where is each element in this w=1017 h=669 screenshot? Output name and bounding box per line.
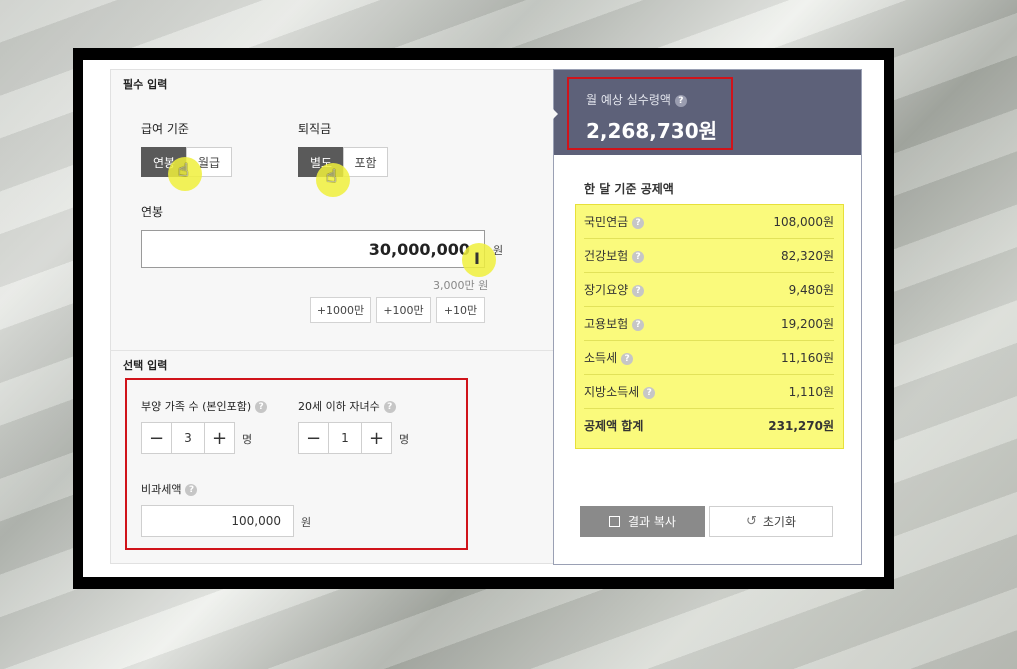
salary-label: 연봉 — [141, 205, 164, 219]
deduction-row: 소득세? 11,160원 — [584, 341, 834, 375]
nontaxable-label-text: 비과세액 — [141, 483, 182, 496]
help-icon[interactable]: ? — [185, 484, 198, 496]
deductions-title: 한 달 기준 공제액 — [584, 182, 674, 196]
hand-cursor-icon: ☝ — [326, 166, 337, 187]
severance-label: 퇴직금 — [298, 122, 332, 136]
deduction-name: 지방소득세 — [584, 385, 640, 399]
help-icon[interactable]: ? — [632, 216, 645, 229]
deduction-label: 건강보험? — [584, 247, 645, 264]
nontaxable-unit: 원 — [301, 516, 312, 529]
minus-button[interactable]: − — [298, 422, 329, 454]
add-100k-button[interactable]: +10만 — [436, 297, 485, 323]
copy-result-button[interactable]: 결과 복사 — [580, 506, 705, 537]
dependents-label: 부양 가족 수 (본인포함)? — [141, 398, 268, 414]
net-pay-amount: 2,268,730원 — [586, 119, 718, 143]
deduction-label: 지방소득세? — [584, 383, 656, 400]
deduction-name: 장기요양 — [584, 283, 629, 297]
text-cursor-icon: I — [474, 249, 480, 268]
help-icon[interactable]: ? — [632, 250, 645, 263]
deduction-value: 108,000원 — [773, 215, 834, 229]
deduction-row: 고용보험? 19,200원 — [584, 307, 834, 341]
salary-helper: 3,000만 원 — [433, 279, 489, 292]
pay-basis-label: 급여 기준 — [141, 122, 189, 136]
children-value[interactable]: 1 — [329, 422, 361, 454]
copy-icon — [609, 516, 620, 527]
help-icon[interactable]: ? — [255, 401, 268, 413]
deduction-value: 19,200원 — [780, 317, 834, 331]
help-icon[interactable]: ? — [643, 386, 656, 399]
children-label-text: 20세 이하 자녀수 — [298, 400, 380, 413]
deduction-total-value: 231,270원 — [768, 418, 834, 433]
optional-section-title: 선택 입력 — [123, 359, 168, 372]
result-title-text: 월 예상 실수령액 — [586, 93, 671, 107]
deduction-row: 건강보험? 82,320원 — [584, 239, 834, 273]
deduction-label: 장기요양? — [584, 281, 645, 298]
help-icon[interactable]: ? — [621, 352, 634, 365]
salary-unit: 원 — [493, 244, 504, 257]
help-icon[interactable]: ? — [674, 94, 687, 107]
add-1m-button[interactable]: +100만 — [376, 297, 431, 323]
severance-included-button[interactable]: 포함 — [343, 147, 388, 177]
hand-cursor-icon: ☝ — [178, 160, 189, 181]
deduction-label: 고용보험? — [584, 315, 645, 332]
dependents-label-text: 부양 가족 수 (본인포함) — [141, 400, 252, 413]
nontaxable-input[interactable] — [141, 505, 294, 537]
deduction-name: 국민연금 — [584, 215, 629, 229]
plus-button[interactable]: + — [204, 422, 235, 454]
deduction-value: 9,480원 — [788, 283, 834, 297]
children-label: 20세 이하 자녀수? — [298, 398, 396, 414]
deduction-name: 고용보험 — [584, 317, 629, 331]
deduction-label: 소득세? — [584, 349, 634, 366]
children-unit: 명 — [399, 433, 410, 446]
help-icon[interactable]: ? — [632, 318, 645, 331]
refresh-icon: ↺ — [745, 514, 757, 529]
deduction-label: 국민연금? — [584, 213, 645, 230]
dependents-unit: 명 — [242, 433, 253, 446]
deduction-value: 82,320원 — [780, 249, 834, 263]
deduction-name: 소득세 — [584, 351, 618, 365]
deduction-total-label: 공제액 합계 — [584, 418, 644, 433]
deduction-row: 지방소득세? 1,110원 — [584, 375, 834, 409]
panel-notch — [552, 108, 558, 120]
deduction-row: 국민연금? 108,000원 — [584, 205, 834, 239]
deduction-name: 건강보험 — [584, 249, 629, 263]
dependents-value[interactable]: 3 — [172, 422, 204, 454]
deduction-row: 장기요양? 9,480원 — [584, 273, 834, 307]
reset-label: 초기화 — [762, 515, 797, 529]
add-10m-button[interactable]: +1000만 — [310, 297, 371, 323]
dependents-stepper: − 3 + — [141, 422, 235, 454]
deduction-total-row: 공제액 합계 231,270원 — [584, 408, 834, 442]
reset-button[interactable]: ↺ 초기화 — [709, 506, 833, 537]
section-divider — [110, 350, 554, 351]
minus-button[interactable]: − — [141, 422, 172, 454]
help-icon[interactable]: ? — [383, 401, 396, 413]
salary-input[interactable] — [141, 230, 485, 268]
deduction-value: 11,160원 — [780, 351, 834, 365]
deduction-value: 1,110원 — [788, 385, 834, 399]
children-stepper: − 1 + — [298, 422, 392, 454]
copy-result-label: 결과 복사 — [628, 515, 676, 529]
plus-button[interactable]: + — [361, 422, 392, 454]
nontaxable-label: 비과세액? — [141, 481, 198, 497]
result-title: 월 예상 실수령액? — [586, 91, 687, 108]
required-section-title: 필수 입력 — [123, 78, 168, 91]
help-icon[interactable]: ? — [632, 284, 645, 297]
